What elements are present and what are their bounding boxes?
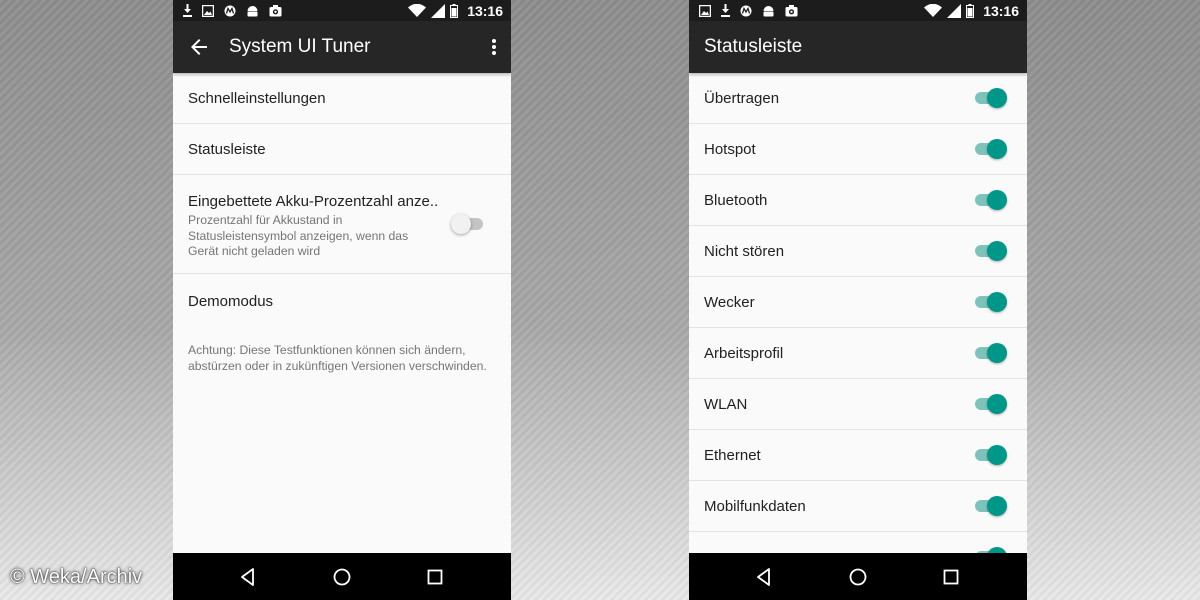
warning-note: Achtung: Diese Testfunktionen können sic… — [188, 343, 487, 373]
setting-label: Schnelleinstellungen — [188, 90, 326, 107]
back-arrow-icon[interactable] — [187, 35, 211, 59]
work-profile-switch[interactable] — [975, 342, 1009, 364]
switch-thumb — [987, 496, 1007, 516]
setting-label: WLAN — [704, 396, 748, 413]
motorola-icon — [740, 5, 752, 16]
setting-label: Eingebettete Akku-Prozentzahl anze.. — [188, 193, 439, 210]
setting-label: Hotspot — [704, 141, 756, 158]
status-icon-item-work-profile[interactable]: Arbeitsprofil — [689, 328, 1027, 379]
battery-percentage-switch[interactable] — [451, 213, 487, 235]
clock: 13:16 — [983, 2, 1019, 19]
download-icon — [183, 4, 192, 17]
android-icon — [247, 5, 258, 16]
mobile-data-switch[interactable] — [975, 495, 1009, 517]
page-title: Statusleiste — [704, 36, 803, 57]
do-not-disturb-switch[interactable] — [975, 240, 1009, 262]
setting-label: Bluetooth — [704, 192, 768, 209]
nav-recents-icon[interactable] — [424, 566, 446, 588]
status-icon-item-hotspot[interactable]: Hotspot — [689, 124, 1027, 175]
copyright-watermark: © Weka/Archiv — [10, 566, 143, 588]
status-icon-item-do-not-disturb[interactable]: Nicht stören — [689, 226, 1027, 277]
status-icon-item-wlan[interactable]: WLAN — [689, 379, 1027, 430]
setting-battery-percentage[interactable]: Eingebettete Akku-Prozentzahl anze.. Pro… — [173, 175, 511, 274]
switch-thumb — [987, 445, 1007, 465]
app-bar: Statusleiste — [689, 21, 1027, 73]
status-icon-list: Übertragen Hotspot Bluetooth Nicht störe… — [689, 73, 1027, 553]
nav-back-icon[interactable] — [753, 566, 775, 588]
download-icon — [721, 4, 730, 17]
bluetooth-switch[interactable] — [975, 189, 1009, 211]
status-bar-settings-screen: 13:16 Statusleiste Übertragen Hotspot Bl… — [689, 0, 1027, 600]
switch-thumb — [987, 394, 1007, 414]
battery-icon — [450, 3, 459, 18]
setting-label: Nicht stören — [704, 243, 785, 260]
nav-recents-icon[interactable] — [940, 566, 962, 588]
page-title: System UI Tuner — [229, 36, 371, 57]
motorola-icon — [224, 5, 236, 16]
status-icon-item-mobile-data[interactable]: Mobilfunkdaten — [689, 481, 1027, 532]
setting-status-bar[interactable]: Statusleiste — [173, 124, 511, 175]
wifi-icon — [924, 4, 943, 17]
setting-label: Demomodus — [188, 293, 274, 310]
setting-label: Arbeitsprofil — [704, 345, 784, 362]
status-bar: 13:16 — [689, 0, 1027, 21]
broadcast-switch[interactable] — [975, 87, 1009, 109]
nav-home-icon[interactable] — [331, 566, 353, 588]
switch-thumb — [987, 139, 1007, 159]
ethernet-switch[interactable] — [975, 444, 1009, 466]
setting-quick-settings[interactable]: Schnelleinstellungen — [173, 73, 511, 124]
system-ui-tuner-screen: 13:16 System UI Tuner Schnelleinstellung… — [173, 0, 511, 600]
navigation-bar — [689, 553, 1027, 600]
switch-thumb — [987, 292, 1007, 312]
nav-back-icon[interactable] — [237, 566, 259, 588]
nav-home-icon[interactable] — [847, 566, 869, 588]
photos-icon — [269, 4, 282, 16]
clock: 13:16 — [467, 2, 503, 19]
photos-icon — [785, 4, 798, 16]
wifi-icon — [408, 4, 427, 17]
status-icon-item-broadcast[interactable]: Übertragen — [689, 73, 1027, 124]
settings-list: Schnelleinstellungen Statusleiste Eingeb… — [173, 73, 511, 553]
status-icon-item-partial[interactable] — [689, 532, 1027, 553]
signal-icon — [947, 3, 962, 18]
switch-thumb — [987, 88, 1007, 108]
switch-thumb — [987, 190, 1007, 210]
switch-thumb — [987, 241, 1007, 261]
signal-icon — [431, 3, 446, 18]
status-icon-item-ethernet[interactable]: Ethernet — [689, 430, 1027, 481]
more-options-icon[interactable] — [489, 35, 499, 59]
setting-label: Wecker — [704, 294, 755, 311]
battery-icon — [966, 3, 975, 18]
setting-demo-mode[interactable]: Demomodus — [173, 274, 511, 324]
switch-thumb — [451, 214, 471, 234]
wlan-switch[interactable] — [975, 393, 1009, 415]
setting-summary: Prozentzahl für Akkustand in Statusleist… — [188, 213, 409, 258]
image-icon — [699, 4, 711, 17]
setting-label: Ethernet — [704, 447, 761, 464]
switch-thumb — [987, 343, 1007, 363]
hotspot-switch[interactable] — [975, 138, 1009, 160]
android-icon — [763, 5, 774, 16]
app-bar: System UI Tuner — [173, 21, 511, 73]
setting-label: Mobilfunkdaten — [704, 498, 806, 515]
status-icon-item-alarm[interactable]: Wecker — [689, 277, 1027, 328]
setting-label: Statusleiste — [188, 141, 266, 158]
status-icon-item-bluetooth[interactable]: Bluetooth — [689, 175, 1027, 226]
navigation-bar — [173, 553, 511, 600]
status-bar: 13:16 — [173, 0, 511, 21]
image-icon — [202, 4, 214, 17]
alarm-switch[interactable] — [975, 291, 1009, 313]
setting-label: Übertragen — [704, 90, 780, 107]
partial-switch[interactable] — [975, 546, 1009, 553]
